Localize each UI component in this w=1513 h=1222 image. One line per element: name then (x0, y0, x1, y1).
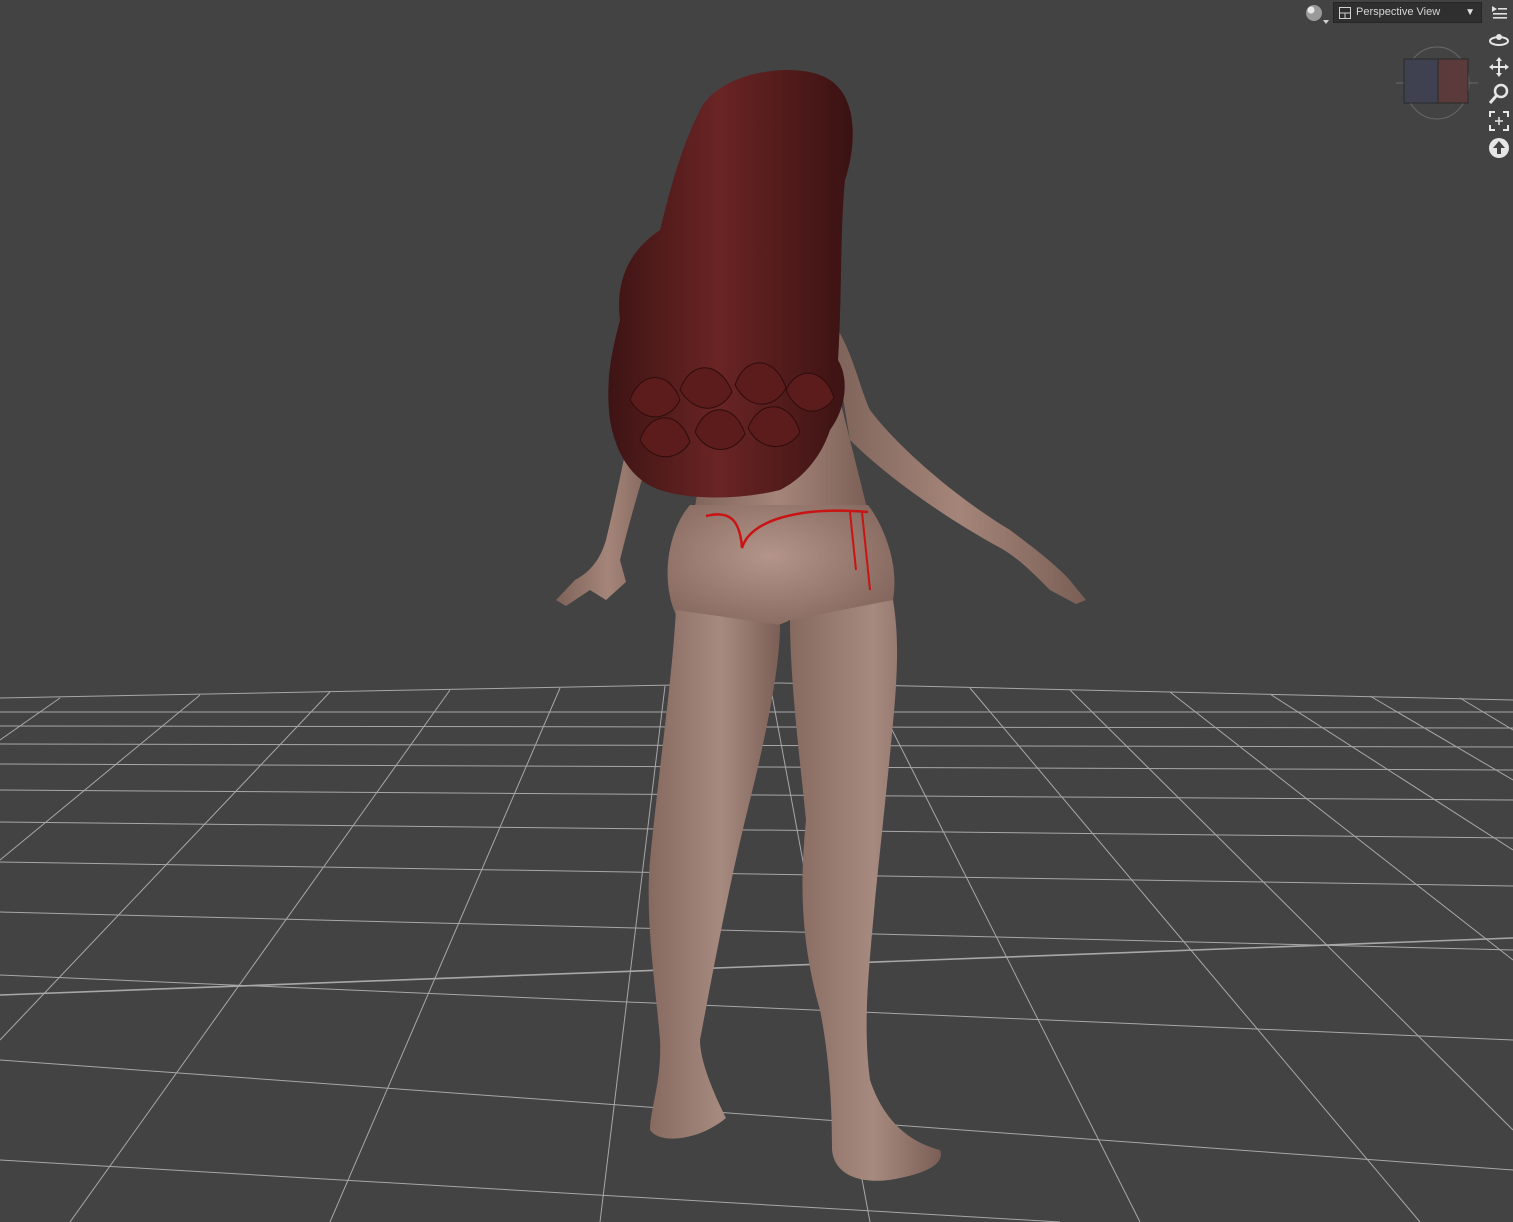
frame-button[interactable] (1487, 109, 1511, 133)
chevron-down-icon: ▼ (1465, 7, 1475, 18)
orbit-icon (1489, 34, 1509, 46)
render-preview-button[interactable] (1303, 2, 1329, 26)
pan-icon (1489, 57, 1509, 77)
render-sphere-icon (1306, 5, 1329, 24)
reset-view-icon (1489, 138, 1509, 158)
frame-icon (1489, 111, 1509, 131)
scene-canvas[interactable] (0, 0, 1513, 1222)
view-selector[interactable]: Perspective View ▼ (1333, 2, 1482, 23)
character-model[interactable] (556, 70, 1086, 1181)
reset-view-button[interactable] (1487, 136, 1511, 160)
viewport-menu-icon (1492, 6, 1507, 19)
view-cube-graphic (1396, 46, 1478, 120)
view-cube[interactable] (1396, 44, 1478, 122)
pan-button[interactable] (1487, 55, 1511, 79)
zoom-button[interactable] (1487, 82, 1511, 106)
viewport-menu-button[interactable] (1489, 3, 1509, 23)
view-selector-label: Perspective View (1356, 6, 1441, 18)
orbit-button[interactable] (1487, 28, 1511, 52)
zoom-icon (1488, 83, 1509, 104)
3d-viewport[interactable]: Perspective View ▼ (0, 0, 1513, 1222)
view-layout-icon (1339, 7, 1351, 19)
